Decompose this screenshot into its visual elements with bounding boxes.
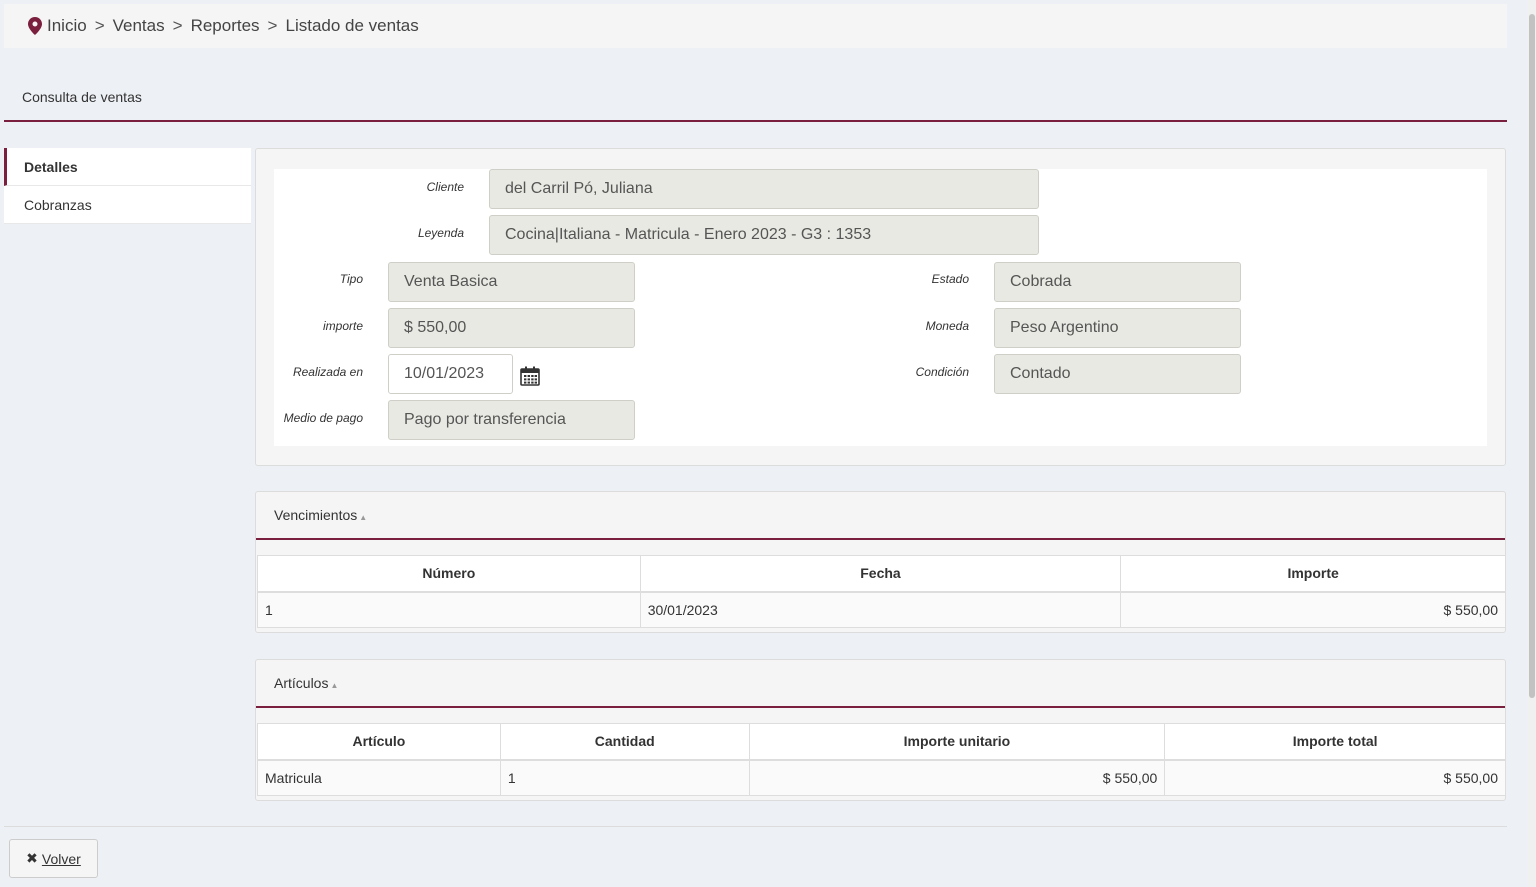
col-importe-total[interactable]: Importe total	[1164, 723, 1506, 761]
col-numero[interactable]: Número	[257, 555, 641, 593]
col-cantidad[interactable]: Cantidad	[499, 723, 750, 761]
map-pin-icon	[28, 17, 42, 35]
cliente-label: Cliente	[426, 180, 464, 194]
calendar-icon[interactable]	[520, 366, 540, 386]
vencimientos-panel: Vencimientos ▲ Número Fecha Importe 1 30…	[255, 491, 1506, 633]
divider	[4, 826, 1507, 827]
page-title: Consulta de ventas	[4, 76, 1507, 122]
tipo-field[interactable]: Venta Basica	[388, 262, 635, 302]
articulos-title: Artículos	[274, 675, 329, 691]
scrollbar[interactable]	[1528, 0, 1536, 887]
articulos-header[interactable]: Artículos ▲	[256, 660, 1505, 708]
close-icon: ✖	[26, 850, 38, 866]
cell-importe-unitario: $ 550,00	[748, 759, 1166, 796]
side-tabs: Detalles Cobranzas	[4, 148, 251, 224]
breadcrumb-separator: >	[172, 16, 183, 35]
vencimientos-header[interactable]: Vencimientos ▲	[256, 492, 1505, 540]
col-importe[interactable]: Importe	[1120, 555, 1506, 593]
col-articulo[interactable]: Artículo	[257, 723, 501, 761]
medio-field[interactable]: Pago por transferencia	[388, 400, 635, 440]
col-importe-unitario[interactable]: Importe unitario	[748, 723, 1166, 761]
condicion-field[interactable]: Contado	[994, 354, 1241, 394]
realizada-date-input[interactable]: 10/01/2023	[388, 354, 513, 394]
cell-importe-total: $ 550,00	[1164, 759, 1506, 796]
tipo-label: Tipo	[339, 272, 363, 286]
volver-button[interactable]: ✖ Volver	[9, 839, 98, 878]
articulos-table: Artículo Cantidad Importe unitario Impor…	[257, 723, 1506, 796]
collapse-icon[interactable]: ▲	[359, 513, 367, 522]
vencimientos-table: Número Fecha Importe 1 30/01/2023 $ 550,…	[257, 555, 1506, 628]
scrollbar-thumb[interactable]	[1529, 14, 1535, 698]
tab-cobranzas[interactable]: Cobranzas	[4, 186, 251, 224]
volver-label: Volver	[41, 850, 81, 867]
table-row[interactable]: 1 30/01/2023 $ 550,00	[257, 591, 1506, 628]
table-header-row: Número Fecha Importe	[257, 555, 1506, 593]
vencimientos-title: Vencimientos	[274, 507, 358, 523]
estado-label: Estado	[931, 272, 969, 286]
collapse-icon[interactable]: ▲	[330, 681, 338, 690]
page-title-text: Consulta de ventas	[22, 89, 142, 105]
medio-label: Medio de pago	[283, 411, 363, 425]
tab-label: Cobranzas	[24, 196, 92, 213]
importe-label: importe	[322, 319, 363, 333]
condicion-label: Condición	[915, 365, 969, 379]
moneda-field[interactable]: Peso Argentino	[994, 308, 1241, 348]
details-form: Cliente del Carril Pó, Juliana Leyenda C…	[274, 169, 1487, 446]
leyenda-label: Leyenda	[417, 226, 464, 240]
cell-fecha: 30/01/2023	[639, 591, 1122, 628]
breadcrumb-item-inicio[interactable]: Inicio	[47, 16, 87, 36]
estado-field[interactable]: Cobrada	[994, 262, 1241, 302]
details-panel: Cliente del Carril Pó, Juliana Leyenda C…	[255, 148, 1506, 466]
breadcrumb-item-reportes[interactable]: Reportes	[191, 16, 260, 36]
breadcrumb-item-ventas[interactable]: Ventas	[113, 16, 165, 36]
breadcrumb-item-listado: Listado de ventas	[285, 16, 419, 35]
tab-detalles[interactable]: Detalles	[4, 148, 251, 186]
cell-importe: $ 550,00	[1120, 591, 1506, 628]
tab-label: Detalles	[24, 158, 78, 175]
cell-numero: 1	[257, 591, 641, 628]
breadcrumb-separator: >	[267, 16, 278, 35]
articulos-panel: Artículos ▲ Artículo Cantidad Importe un…	[255, 659, 1506, 801]
moneda-label: Moneda	[925, 319, 969, 333]
realizada-label: Realizada en	[292, 365, 363, 379]
cliente-field[interactable]: del Carril Pó, Juliana	[489, 169, 1039, 209]
table-header-row: Artículo Cantidad Importe unitario Impor…	[257, 723, 1506, 761]
leyenda-field[interactable]: Cocina|Italiana - Matricula - Enero 2023…	[489, 215, 1039, 255]
table-row[interactable]: Matricula 1 $ 550,00 $ 550,00	[257, 759, 1506, 796]
cell-articulo: Matricula	[257, 759, 501, 796]
importe-field[interactable]: $ 550,00	[388, 308, 635, 348]
cell-cantidad: 1	[499, 759, 750, 796]
breadcrumb-separator: >	[94, 16, 105, 35]
breadcrumb: Inicio > Ventas > Reportes > Listado de …	[4, 4, 1507, 48]
col-fecha[interactable]: Fecha	[639, 555, 1122, 593]
